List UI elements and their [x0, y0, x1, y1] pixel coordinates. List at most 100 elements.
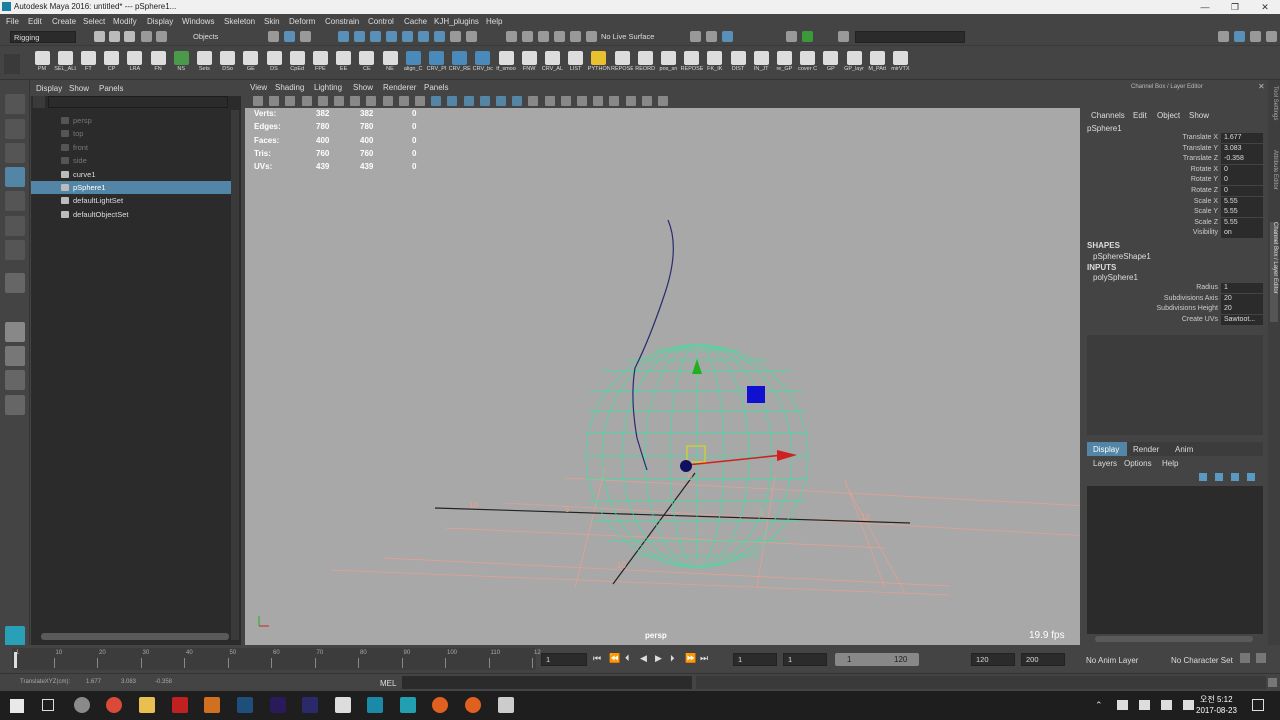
- menu-kjh-plugins[interactable]: KJH_plugins: [434, 17, 479, 26]
- cb-input-attr-name[interactable]: Radius: [1083, 284, 1218, 291]
- select-object-icon[interactable]: [284, 31, 295, 42]
- cb-input-attr-value[interactable]: 1: [1221, 283, 1263, 293]
- taskbar-app-1-icon[interactable]: [74, 697, 90, 713]
- viewport-menu-shading[interactable]: Shading: [275, 83, 304, 92]
- snap-grid-icon[interactable]: [338, 31, 349, 42]
- layer-menu-options[interactable]: Options: [1124, 459, 1152, 468]
- single-pane-icon[interactable]: [5, 273, 25, 293]
- lasso-tool-icon[interactable]: [5, 119, 25, 139]
- rotate-tool-icon[interactable]: [5, 191, 25, 211]
- menu-constrain[interactable]: Constrain: [325, 17, 359, 26]
- go-to-end-icon[interactable]: ⏭: [700, 653, 708, 664]
- open-scene-icon[interactable]: [109, 31, 120, 42]
- menu-windows[interactable]: Windows: [182, 17, 214, 26]
- viewport-toolbar-icon-3[interactable]: [301, 96, 312, 106]
- tray-chevron-icon[interactable]: ⌃: [1095, 700, 1103, 711]
- cb-attr-value[interactable]: 0: [1221, 175, 1263, 186]
- snap-edge-icon[interactable]: [434, 31, 445, 42]
- key-icon[interactable]: [1240, 653, 1250, 663]
- cb-attr-name[interactable]: Rotate X: [1083, 166, 1218, 173]
- shelf-button-20[interactable]: tf_smoo: [495, 51, 517, 77]
- menu-control[interactable]: Control: [368, 17, 394, 26]
- viewport-toolbar-icon-9[interactable]: [398, 96, 409, 106]
- script-editor-icon[interactable]: [1268, 678, 1277, 687]
- shelf-button-37[interactable]: mirVTX: [889, 51, 911, 77]
- mode-icon-3[interactable]: [722, 31, 733, 42]
- shelf-button-11[interactable]: CpEd: [286, 51, 308, 77]
- render-history-icon[interactable]: [506, 31, 517, 42]
- cb-input-name[interactable]: polySphere1: [1093, 273, 1138, 282]
- cb-attr-name[interactable]: Translate Y: [1083, 145, 1218, 152]
- viewport-toolbar-icon-4[interactable]: [317, 96, 328, 106]
- mel-command-input[interactable]: [402, 676, 692, 689]
- layer-hscrollbar[interactable]: [1095, 636, 1253, 642]
- file-explorer-icon[interactable]: [139, 697, 155, 713]
- shelf-button-14[interactable]: CE: [356, 51, 378, 77]
- shelf-button-35[interactable]: GP_layr: [843, 51, 865, 77]
- cb-attr-value[interactable]: 5.55: [1221, 217, 1263, 228]
- cb-attr-value[interactable]: on: [1221, 228, 1263, 239]
- shelf-button-4[interactable]: LRA: [124, 51, 146, 77]
- range-start-field[interactable]: 1: [733, 653, 777, 666]
- live-icon[interactable]: [802, 31, 813, 42]
- outliner-scrollbar[interactable]: [231, 110, 239, 640]
- menu-file[interactable]: File: [6, 17, 19, 26]
- outliner-menu-panels[interactable]: Panels: [99, 84, 123, 93]
- tray-language-icon[interactable]: [1183, 700, 1194, 710]
- cb-attr-name[interactable]: Translate X: [1083, 134, 1218, 141]
- viewport-toolbar-icon-21[interactable]: [593, 96, 604, 106]
- outliner-item[interactable]: persp: [31, 114, 231, 127]
- shelf-button-28[interactable]: REPOSE: [681, 51, 703, 77]
- minimize-button[interactable]: —: [1190, 0, 1220, 14]
- viewport-menu-renderer[interactable]: Renderer: [383, 83, 416, 92]
- viewport-toolbar-icon-10[interactable]: [415, 96, 425, 106]
- playback-end-field[interactable]: 120: [971, 653, 1015, 666]
- viewport-toolbar-icon-18[interactable]: [544, 96, 555, 106]
- maximize-button[interactable]: ❐: [1220, 0, 1250, 14]
- manip-x-arrow[interactable]: [777, 450, 797, 461]
- cb-attr-name[interactable]: Rotate Y: [1083, 176, 1218, 183]
- input-mode-icon[interactable]: [838, 31, 849, 42]
- viewport-toolbar-icon-20[interactable]: [577, 96, 587, 106]
- undo-icon[interactable]: [141, 31, 152, 42]
- perspective-viewport[interactable]: 10 5 5 10 0 10 Verts: 382 382 0 Edges: 7…: [245, 108, 1080, 645]
- cb-input-attr-name[interactable]: Subdivisions Height: [1083, 305, 1218, 312]
- viewport-toolbar-icon-22[interactable]: [609, 96, 620, 106]
- two-pane-icon[interactable]: [5, 346, 25, 366]
- layout-icon-2[interactable]: [1250, 31, 1261, 42]
- symmetry-icon[interactable]: [450, 31, 461, 42]
- outliner-menu-show[interactable]: Show: [69, 84, 89, 93]
- step-forward-key-icon[interactable]: ⏩: [685, 653, 696, 664]
- live-surface-label[interactable]: No Live Surface: [598, 31, 668, 43]
- cb-attr-name[interactable]: Visibility: [1083, 229, 1218, 236]
- anim-layer-dropdown[interactable]: No Anim Layer: [1086, 656, 1138, 665]
- render-current-icon[interactable]: [522, 31, 533, 42]
- cb-object-name[interactable]: pSphere1: [1087, 124, 1122, 133]
- shelf-button-25[interactable]: REPOSE: [611, 51, 633, 77]
- shelf-button-30[interactable]: DIST: [727, 51, 749, 77]
- manip-center-handle[interactable]: [686, 445, 706, 463]
- cb-attr-name[interactable]: Scale X: [1083, 198, 1218, 205]
- shelf-button-26[interactable]: REORD: [634, 51, 656, 77]
- viewport-toolbar-icon-16[interactable]: [512, 96, 523, 106]
- outliner-item[interactable]: curve1: [31, 168, 231, 181]
- menu-deform[interactable]: Deform: [289, 17, 315, 26]
- graph-persp-icon[interactable]: [5, 395, 25, 415]
- taskbar-app-white-icon[interactable]: [335, 697, 351, 713]
- viewport-toolbar-icon-25[interactable]: [658, 96, 668, 106]
- shelf-button-6[interactable]: NS: [170, 51, 192, 77]
- viewport-toolbar-icon-1[interactable]: [269, 96, 280, 106]
- menu-help[interactable]: Help: [486, 17, 502, 26]
- script-language-toggle[interactable]: MEL: [380, 679, 396, 688]
- redo-icon[interactable]: [156, 31, 167, 42]
- select-tool-icon[interactable]: [5, 94, 25, 114]
- animation-end-field[interactable]: 200: [1021, 653, 1065, 666]
- cb-attr-value[interactable]: -0.358: [1221, 154, 1263, 165]
- record-icon[interactable]: [786, 31, 797, 42]
- shelf-button-1[interactable]: SEL_ALL: [54, 51, 76, 77]
- outliner-item[interactable]: pSphere1: [31, 181, 231, 194]
- cb-attr-name[interactable]: Scale Y: [1083, 208, 1218, 215]
- cb-attr-value[interactable]: 5.55: [1221, 207, 1263, 218]
- step-back-frame-icon[interactable]: ⏴: [625, 653, 630, 664]
- cb-menu-edit[interactable]: Edit: [1133, 111, 1147, 120]
